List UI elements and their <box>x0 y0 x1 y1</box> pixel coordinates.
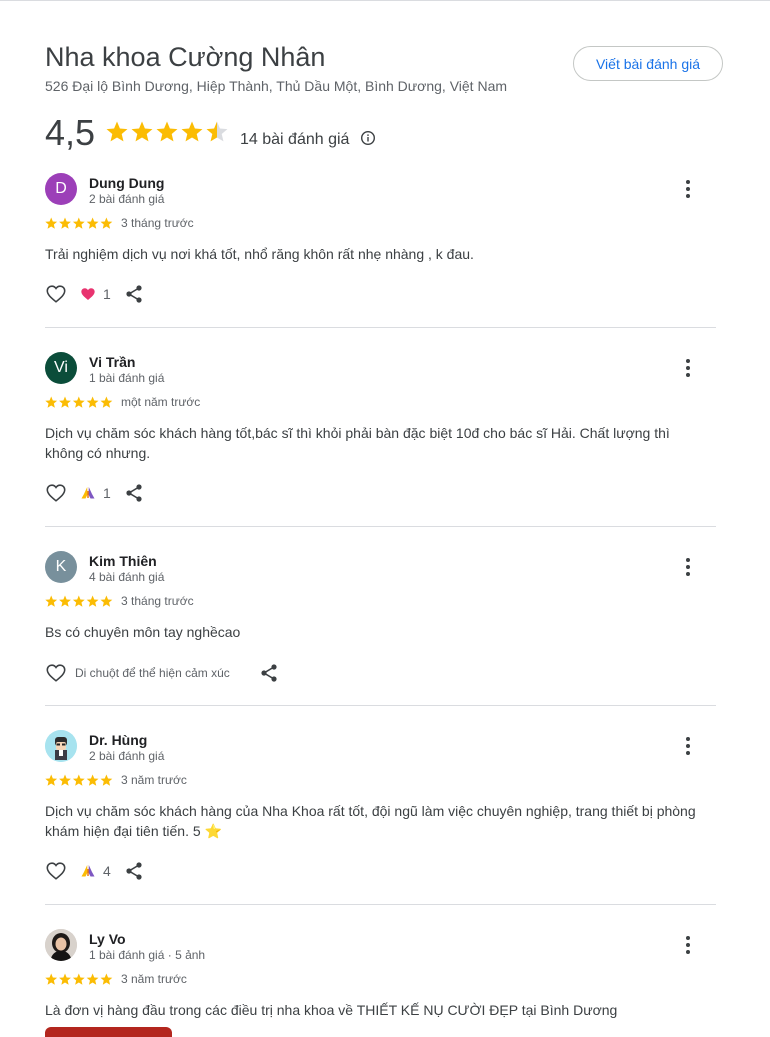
star-icon <box>59 396 71 408</box>
star-icon <box>100 396 113 408</box>
star-icon <box>72 774 85 786</box>
star-icon <box>59 217 71 229</box>
review-stars <box>45 595 113 607</box>
more-vert-icon[interactable] <box>678 734 698 758</box>
review-actions: Di chuột để thể hiện cảm xúc <box>45 662 345 684</box>
review-time: một năm trước <box>121 395 201 409</box>
reaction-count: 1 <box>103 286 111 302</box>
reaction-count: 1 <box>103 485 111 501</box>
cartoon-avatar-image <box>45 730 77 762</box>
star-icon <box>45 217 58 229</box>
star-icon <box>45 396 58 408</box>
praise-hands-reaction-icon[interactable] <box>80 863 96 879</box>
review-text: Bs có chuyên môn tay nghềcao <box>45 624 241 640</box>
info-icon[interactable] <box>360 130 376 146</box>
review-stars <box>45 396 113 408</box>
reviewer-meta: 4 bài đánh giá <box>89 570 165 584</box>
reviewer-meta: 2 bài đánh giá <box>89 749 165 763</box>
reaction-hint: Di chuột để thể hiện cảm xúc <box>75 666 230 680</box>
share-icon[interactable] <box>124 483 144 503</box>
star-icon <box>45 774 58 786</box>
more-vert-icon[interactable] <box>678 555 698 579</box>
star-icon <box>131 121 153 142</box>
star-icon <box>156 121 178 142</box>
avatar[interactable]: Vi <box>45 352 77 384</box>
review-stars <box>45 217 113 229</box>
review-photo-thumbnail[interactable] <box>45 1027 172 1037</box>
reviewer-meta: 2 bài đánh giá <box>89 192 165 206</box>
review-text: Dịch vụ chăm sóc khách hàng của Nha Khoa… <box>45 803 696 839</box>
star-icon <box>45 595 58 607</box>
top-divider <box>0 0 770 1</box>
star-icon <box>100 774 113 786</box>
reviewer-name[interactable]: Vi Trần <box>89 354 135 370</box>
avatar[interactable] <box>45 929 77 961</box>
review-divider <box>45 705 716 706</box>
more-vert-icon[interactable] <box>678 933 698 957</box>
star-icon <box>86 973 99 985</box>
star-icon <box>100 595 113 607</box>
reviewer-name[interactable]: Dr. Hùng <box>89 732 147 748</box>
review-actions: 4 <box>45 860 345 882</box>
write-review-button[interactable]: Viết bài đánh giá <box>573 46 723 81</box>
heart-outline-icon[interactable] <box>45 860 67 882</box>
reaction-count: 4 <box>103 863 111 879</box>
star-icon <box>72 396 85 408</box>
star-icon <box>72 217 85 229</box>
overall-rating: 4,5 <box>45 112 96 153</box>
review-time: 3 tháng trước <box>121 594 194 608</box>
reviewer-name[interactable]: Kim Thiên <box>89 553 157 569</box>
star-icon <box>59 774 71 786</box>
review-time: 3 năm trước <box>121 972 187 986</box>
review-divider <box>45 904 716 905</box>
star-icon <box>206 121 228 142</box>
avatar[interactable] <box>45 730 77 762</box>
star-icon <box>59 973 71 985</box>
star-icon <box>100 217 113 229</box>
avatar[interactable]: D <box>45 173 77 205</box>
review-text: Là đơn vị hàng đầu trong các điều trị nh… <box>45 1002 618 1018</box>
heart-outline-icon[interactable] <box>45 482 67 504</box>
star-icon <box>86 595 99 607</box>
star-icon <box>72 973 85 985</box>
avatar[interactable]: K <box>45 551 77 583</box>
heart-outline-icon[interactable] <box>45 662 67 684</box>
review-time: 3 năm trước <box>121 773 187 787</box>
review-time: 3 tháng trước <box>121 216 194 230</box>
review-stars <box>45 973 113 985</box>
reviewer-name[interactable]: Ly Vo <box>89 931 126 947</box>
profile-photo-avatar <box>45 929 77 961</box>
review-divider <box>45 526 716 527</box>
review-actions: 1 <box>45 482 345 504</box>
review-actions: 1 <box>45 283 345 305</box>
star-icon <box>45 973 58 985</box>
review-stars <box>45 774 113 786</box>
business-address: 526 Đại lộ Bình Dương, Hiệp Thành, Thủ D… <box>45 78 508 94</box>
star-icon <box>181 121 203 142</box>
heart-reaction-icon[interactable] <box>80 286 96 302</box>
share-icon[interactable] <box>124 861 144 881</box>
reviewer-meta: 1 bài đánh giá · 5 ảnh <box>89 948 206 962</box>
star-icon <box>86 774 99 786</box>
star-icon <box>100 973 113 985</box>
reviewer-meta: 1 bài đánh giá <box>89 371 165 385</box>
review-text: Trải nghiệm dịch vụ nơi khá tốt, nhổ răn… <box>45 246 474 262</box>
review-text: Dịch vụ chăm sóc khách hàng tốt,bác sĩ t… <box>45 425 670 461</box>
share-icon[interactable] <box>124 284 144 304</box>
more-vert-icon[interactable] <box>678 356 698 380</box>
review-divider <box>45 327 716 328</box>
praise-hands-reaction-icon[interactable] <box>80 485 96 501</box>
business-name: Nha khoa Cường Nhân <box>45 42 326 72</box>
star-icon <box>59 595 71 607</box>
star-icon <box>86 217 99 229</box>
star-icon <box>86 396 99 408</box>
overall-rating-stars <box>106 121 228 142</box>
share-icon[interactable] <box>259 663 279 683</box>
reviewer-name[interactable]: Dung Dung <box>89 175 164 191</box>
star-icon <box>106 121 128 142</box>
star-icon <box>72 595 85 607</box>
review-count: 14 bài đánh giá <box>240 131 350 148</box>
heart-outline-icon[interactable] <box>45 283 67 305</box>
more-vert-icon[interactable] <box>678 177 698 201</box>
